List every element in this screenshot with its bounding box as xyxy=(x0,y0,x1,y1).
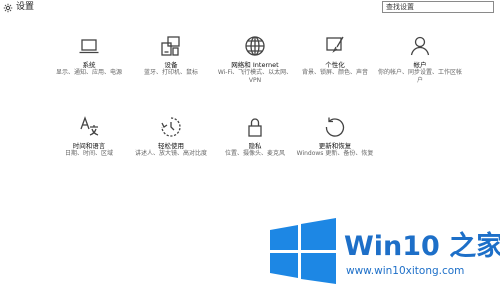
title-bar: 设置 xyxy=(0,0,500,16)
lock-icon xyxy=(243,115,267,139)
tile-desc: 背景、锁屏、颜色、声音 xyxy=(301,69,368,76)
app-title: 设置 xyxy=(16,2,35,12)
tile-desc: 位置、摄像头、麦克风 xyxy=(224,150,285,157)
watermark-title: Win10 之家 xyxy=(344,231,500,262)
gear-icon xyxy=(3,3,13,13)
windows-logo-icon xyxy=(270,218,336,284)
tile-title: 个性化 xyxy=(325,61,345,69)
tile-desc: 你的帐户、同步设置、工作区帐户 xyxy=(377,69,462,84)
globe-icon xyxy=(243,34,267,58)
tile-title: 系统 xyxy=(82,61,96,69)
update-icon xyxy=(323,115,347,139)
tile-desc: 显示、通知、应用、电源 xyxy=(55,69,122,76)
search-input[interactable] xyxy=(386,2,490,12)
tile-update-recovery[interactable]: 更新和恢复 Windows 更新、备份、恢复 xyxy=(292,115,378,171)
tile-personalization[interactable]: 个性化 背景、锁屏、颜色、声音 xyxy=(292,34,378,90)
tile-title: 设备 xyxy=(164,61,178,69)
search-box[interactable] xyxy=(382,1,494,13)
tile-devices[interactable]: 设备 蓝牙、打印机、鼠标 xyxy=(128,34,214,90)
tile-accounts[interactable]: 帐户 你的帐户、同步设置、工作区帐户 xyxy=(377,34,463,90)
time-language-icon xyxy=(77,115,101,139)
laptop-icon xyxy=(77,34,101,58)
tile-network[interactable]: 网络和 Internet Wi-Fi、飞行模式、以太网、VPN xyxy=(212,34,298,90)
ease-of-access-icon xyxy=(159,115,183,139)
settings-window: 设置 系统 显示、通知、应用、电源 设备 蓝牙、打印机、鼠标 xyxy=(0,0,500,293)
tile-system[interactable]: 系统 显示、通知、应用、电源 xyxy=(46,34,132,90)
tile-title: 帐户 xyxy=(413,61,427,69)
tile-title: 隐私 xyxy=(248,142,262,150)
tile-title: 网络和 Internet xyxy=(231,61,279,69)
tile-ease-of-access[interactable]: 轻松使用 讲述人、放大镜、高对比度 xyxy=(128,115,214,171)
tile-desc: Wi-Fi、飞行模式、以太网、VPN xyxy=(217,69,293,84)
personalization-icon xyxy=(323,34,347,58)
tile-desc: 讲述人、放大镜、高对比度 xyxy=(134,150,207,157)
tile-title: 轻松使用 xyxy=(158,142,184,150)
watermark-url: www.win10xitong.com xyxy=(346,265,465,277)
tile-desc: 蓝牙、打印机、鼠标 xyxy=(143,69,198,76)
tile-title: 时间和语言 xyxy=(72,142,106,150)
watermark: Win10 之家 www.win10xitong.com xyxy=(270,218,500,293)
tile-title: 更新和恢复 xyxy=(318,142,352,150)
tile-time-language[interactable]: 时间和语言 日期、时间、区域 xyxy=(46,115,132,171)
devices-icon xyxy=(159,34,183,58)
person-icon xyxy=(408,34,432,58)
tile-desc: Windows 更新、备份、恢复 xyxy=(296,150,374,157)
tile-privacy[interactable]: 隐私 位置、摄像头、麦克风 xyxy=(212,115,298,171)
tile-desc: 日期、时间、区域 xyxy=(64,150,113,157)
